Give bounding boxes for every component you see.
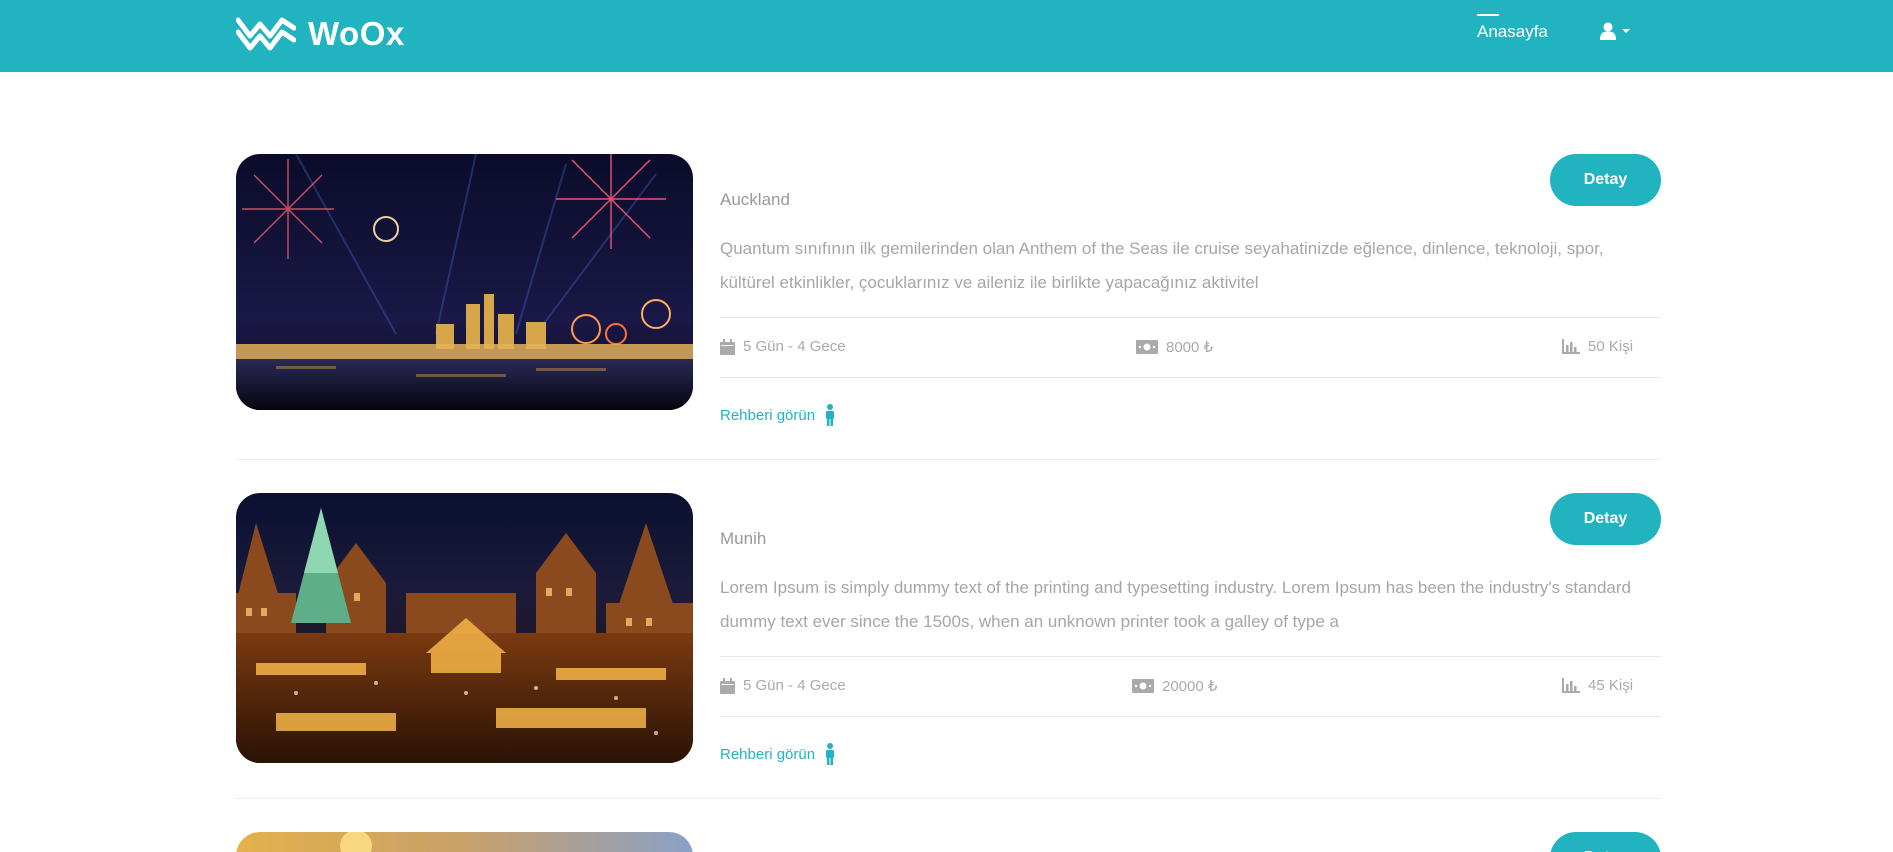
tour-capacity-label: 50 Kişi bbox=[1588, 338, 1634, 355]
tour-card: Detay bbox=[236, 832, 1661, 852]
tour-price-label: 8000 ₺ bbox=[1166, 339, 1214, 356]
tour-image-sunset bbox=[236, 832, 693, 852]
user-icon bbox=[1600, 22, 1616, 40]
card-divider bbox=[236, 459, 1661, 460]
chart-icon bbox=[1562, 678, 1580, 693]
chevron-down-icon bbox=[1622, 29, 1630, 33]
detail-button[interactable]: Detay bbox=[1550, 493, 1661, 545]
person-icon bbox=[826, 404, 835, 426]
view-guide-label: Rehberi görün bbox=[720, 406, 816, 424]
tour-city: Munih bbox=[720, 529, 767, 548]
money-icon bbox=[1132, 679, 1154, 693]
view-guide-label: Rehberi görün bbox=[720, 745, 816, 763]
brand-logo[interactable]: WoOx bbox=[236, 12, 405, 56]
tour-price-label: 20000 ₺ bbox=[1162, 678, 1218, 695]
divider bbox=[720, 377, 1661, 378]
view-guide-link[interactable]: Rehberi görün bbox=[720, 404, 835, 426]
card-divider bbox=[236, 798, 1661, 799]
calendar-icon bbox=[720, 338, 735, 355]
detail-button[interactable]: Detay bbox=[1550, 154, 1661, 206]
money-icon bbox=[1136, 340, 1158, 354]
view-guide-link[interactable]: Rehberi görün bbox=[720, 743, 835, 765]
woox-logo-icon bbox=[236, 17, 296, 51]
brand-name: WoOx bbox=[308, 15, 405, 52]
divider bbox=[720, 317, 1661, 318]
tour-price: 8000 ₺ bbox=[1136, 338, 1213, 356]
chart-icon bbox=[1562, 339, 1580, 354]
tour-duration-label: 5 Gün - 4 Gece bbox=[743, 338, 846, 355]
tour-image-christmas-market bbox=[236, 493, 693, 763]
detail-button[interactable]: Detay bbox=[1550, 832, 1661, 852]
tour-image-fireworks bbox=[236, 154, 693, 410]
nav-link-home[interactable]: Anasayfa bbox=[1477, 14, 1548, 42]
divider bbox=[720, 656, 1661, 657]
tour-duration: 5 Gün - 4 Gece bbox=[720, 338, 846, 355]
tour-duration-label: 5 Gün - 4 Gece bbox=[743, 677, 846, 694]
tour-capacity: 50 Kişi bbox=[1562, 338, 1633, 355]
calendar-icon bbox=[720, 677, 735, 694]
user-menu-toggle[interactable] bbox=[1600, 22, 1630, 40]
tour-capacity: 45 Kişi bbox=[1562, 677, 1633, 694]
tour-city: Auckland bbox=[720, 190, 790, 209]
tour-description: Quantum sınıfının ilk gemilerinden olan … bbox=[720, 239, 1604, 292]
divider bbox=[720, 716, 1661, 717]
tour-duration: 5 Gün - 4 Gece bbox=[720, 677, 846, 694]
tour-description: Lorem Ipsum is simply dummy text of the … bbox=[720, 578, 1631, 631]
top-navbar: WoOx Anasayfa bbox=[0, 0, 1893, 72]
tour-capacity-label: 45 Kişi bbox=[1588, 677, 1634, 694]
tour-price: 20000 ₺ bbox=[1132, 677, 1217, 695]
person-icon bbox=[826, 743, 835, 765]
